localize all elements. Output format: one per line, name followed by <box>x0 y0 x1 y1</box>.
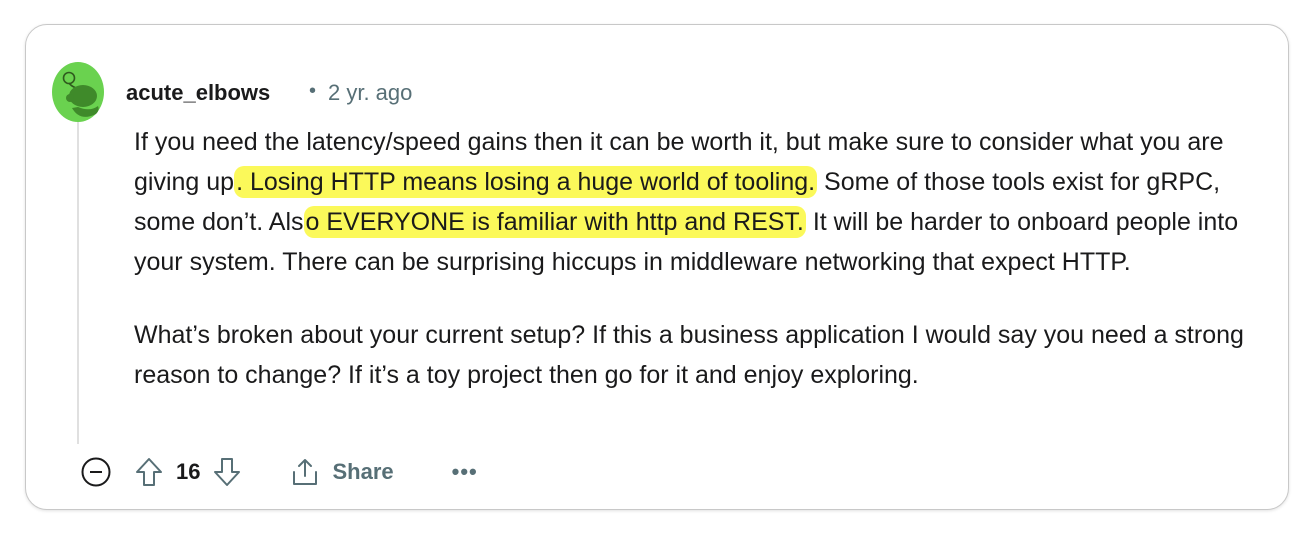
minus-circle-icon <box>81 457 111 487</box>
arrow-down-icon <box>214 458 241 486</box>
comment-timestamp[interactable]: 2 yr. ago <box>328 80 412 106</box>
comment-paragraph-2: What’s broken about your current setup? … <box>134 321 1244 389</box>
comment-body: If you need the latency/speed gains then… <box>134 122 1274 395</box>
comment-paragraph-1: If you need the latency/speed gains then… <box>134 122 1274 282</box>
vote-count: 16 <box>176 459 201 484</box>
highlight: o EVERYONE is familiar with http and RES… <box>303 206 806 238</box>
arrow-up-icon <box>136 458 162 486</box>
upvote-button[interactable] <box>134 456 164 488</box>
meta-separator: • <box>309 80 317 102</box>
share-button[interactable]: Share <box>288 456 394 488</box>
share-label: Share <box>332 459 394 484</box>
collapse-button[interactable] <box>80 456 112 488</box>
more-options-button[interactable]: ••• <box>452 459 478 485</box>
downvote-button[interactable] <box>212 456 242 488</box>
author-name[interactable]: acute_elbows <box>126 80 270 106</box>
thread-line[interactable] <box>77 122 79 444</box>
comment-action-bar: 16 Share ••• <box>80 450 478 494</box>
avatar[interactable] <box>52 60 104 122</box>
share-icon <box>293 459 318 485</box>
highlight: . Losing HTTP means losing a huge world … <box>234 166 818 198</box>
